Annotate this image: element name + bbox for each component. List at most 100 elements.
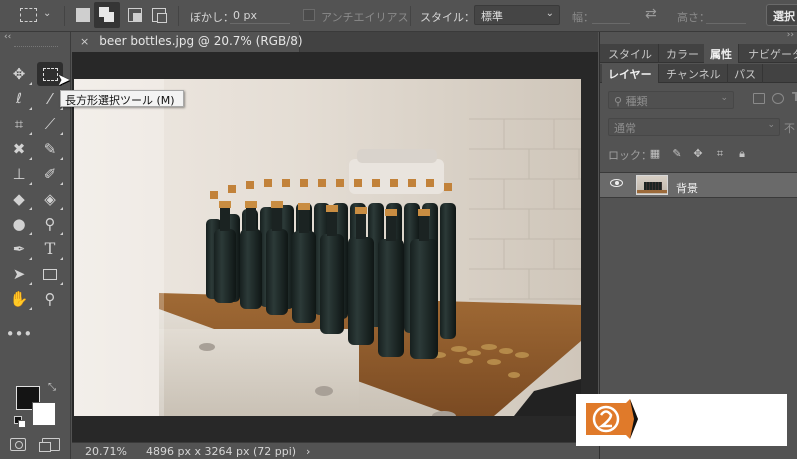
pen-tool[interactable]: ✒ <box>6 237 32 261</box>
paint-bucket-icon: ◈ <box>44 189 56 208</box>
lasso-tool[interactable]: ℓ <box>6 87 32 111</box>
blend-mode-select[interactable]: 通常 ⌄ <box>608 118 780 136</box>
document-tab[interactable]: × beer bottles.jpg @ 20.7% (RGB/8) <box>72 32 303 52</box>
blur-tool[interactable]: ● <box>6 212 32 236</box>
tab-styles[interactable]: スタイル <box>602 44 659 63</box>
crop-tool[interactable]: ⌗ <box>6 112 32 136</box>
tab-properties[interactable]: 属性 <box>704 44 739 63</box>
filter-adjustment-icon[interactable] <box>772 93 784 104</box>
lock-transparent-pixels-icon[interactable]: ▦ <box>649 148 661 160</box>
lock-label: ロック： <box>608 149 652 162</box>
rectangle-shape-icon <box>43 268 57 280</box>
new-selection-button[interactable] <box>76 8 90 22</box>
history-brush-tool[interactable]: ✐ <box>37 162 63 186</box>
visibility-eye-icon[interactable] <box>610 179 623 187</box>
lasso-icon: ℓ <box>16 91 22 107</box>
zoom-tool[interactable]: ⚲ <box>37 287 63 311</box>
close-icon[interactable]: × <box>80 35 89 48</box>
magnifier-icon: ⚲ <box>44 289 56 308</box>
background-color-swatch[interactable] <box>32 402 56 426</box>
filter-pixel-icon[interactable] <box>753 93 765 104</box>
pen-icon: ✒ <box>12 239 26 258</box>
style-label: スタイル： <box>420 11 475 24</box>
document-dimensions: 4896 px x 3264 px (72 ppi) <box>146 445 297 458</box>
layer-name: 背景 <box>676 182 698 195</box>
crop-icon: ⌗ <box>14 114 24 133</box>
select-and-mask-button[interactable]: 選択 <box>766 4 797 26</box>
screen-mode-icon[interactable] <box>39 438 60 452</box>
search-icon: ⚲ <box>614 95 623 108</box>
layer-kind-filter[interactable]: ⚲ 種類 ⌄ <box>608 91 734 109</box>
antialias-checkbox[interactable] <box>303 9 315 21</box>
layers-panel-tabs: レイヤー チャンネル パス <box>600 64 797 83</box>
layer-kind-filter-value: 種類 <box>625 95 648 108</box>
lock-image-pixels-icon[interactable]: ✎ <box>671 148 683 160</box>
type-icon: T <box>44 239 56 258</box>
intersect-selection-button[interactable] <box>152 8 167 23</box>
swap-width-height-icon[interactable]: ⇄ <box>645 6 657 22</box>
add-to-selection-button[interactable] <box>94 2 120 28</box>
rectangle-tool[interactable] <box>37 262 63 286</box>
bandage-icon: ✖ <box>12 139 26 158</box>
chevron-down-icon: ⌄ <box>545 8 554 19</box>
healing-brush-tool[interactable]: ✖ <box>6 137 32 161</box>
dodge-tool[interactable]: ⚲ <box>37 212 63 236</box>
top-panel-tabs: スタイル カラー 属性 ナビゲータ <box>600 44 797 63</box>
width-label: 幅： <box>572 11 594 24</box>
zoom-level[interactable]: 20.71% <box>85 445 127 458</box>
history-brush-icon: ✐ <box>43 164 57 183</box>
panel-grip[interactable] <box>14 46 58 48</box>
brush-tool[interactable]: ✎ <box>37 137 63 161</box>
collapse-icon[interactable]: ‹‹ <box>4 32 11 42</box>
clone-stamp-tool[interactable]: ⊥ <box>6 162 32 186</box>
options-bar: ⌄ ぼかし： 0 px アンチエイリアス スタイル： 標準 ⌄ 幅： ⇄ 高さ：… <box>0 0 797 32</box>
type-tool[interactable]: T <box>37 237 63 261</box>
mouse-cursor-icon: ➤ <box>57 70 71 89</box>
tab-paths[interactable]: パス <box>728 64 763 83</box>
document-tab-title: beer bottles.jpg @ 20.7% (RGB/8) <box>99 34 303 48</box>
tab-layers[interactable]: レイヤー <box>602 64 659 83</box>
watermark-card <box>576 394 787 446</box>
swap-colors-icon[interactable]: ⤡ <box>48 382 56 393</box>
eyedropper-tool[interactable]: ⟋ <box>37 112 63 136</box>
tab-navigator[interactable]: ナビゲータ <box>742 44 797 63</box>
path-selection-tool[interactable]: ➤ <box>6 262 32 286</box>
status-menu-arrow[interactable]: › <box>306 445 310 458</box>
feather-input[interactable]: 0 px <box>233 9 257 22</box>
width-input[interactable] <box>592 23 630 24</box>
dodge-icon: ⚲ <box>44 214 56 233</box>
opacity-label: 不 <box>784 122 795 135</box>
lock-artboard-icon[interactable]: ⌗ <box>714 148 726 160</box>
move-tool[interactable]: ✥ <box>6 62 32 86</box>
layer-row-background[interactable]: 背景 <box>600 172 797 198</box>
status-bar: 20.71% 4896 px x 3264 px (72 ppi) › <box>72 442 598 459</box>
feather-label: ぼかし： <box>190 11 234 24</box>
default-colors-icon[interactable] <box>14 416 26 428</box>
tab-channels[interactable]: チャンネル <box>660 64 728 83</box>
style-select[interactable]: 標準 ⌄ <box>474 5 560 25</box>
tab-color[interactable]: カラー <box>660 44 706 63</box>
beer-bottles-photo <box>74 79 581 416</box>
eraser-tool[interactable]: ◆ <box>6 187 32 211</box>
antialias-label: アンチエイリアス <box>321 11 409 24</box>
arrow-pointer-icon: ➤ <box>12 264 26 283</box>
document-image[interactable] <box>74 79 581 416</box>
height-input[interactable] <box>706 23 746 24</box>
quick-mask-icon[interactable] <box>10 438 26 451</box>
more-dots-icon: ••• <box>5 324 33 343</box>
paint-bucket-tool[interactable]: ◈ <box>37 187 63 211</box>
style-select-value: 標準 <box>481 10 503 23</box>
collapse-icon[interactable]: ›› <box>787 30 794 40</box>
edit-toolbar-button[interactable]: ••• <box>5 322 33 346</box>
tool-preset-picker-icon[interactable] <box>20 8 37 22</box>
canvas-area[interactable] <box>72 52 598 442</box>
subtract-from-selection-button[interactable] <box>128 8 142 22</box>
lock-all-icon[interactable]: 🔒︎ <box>736 148 748 160</box>
divider <box>410 6 411 26</box>
brush-icon: ✎ <box>43 139 57 158</box>
hand-tool[interactable]: ✋ <box>6 287 32 311</box>
lock-position-icon[interactable]: ✥ <box>692 148 704 160</box>
chevron-down-icon[interactable]: ⌄ <box>43 8 51 19</box>
watermark-logo <box>586 399 638 439</box>
filter-type-icon[interactable]: T <box>792 90 797 104</box>
